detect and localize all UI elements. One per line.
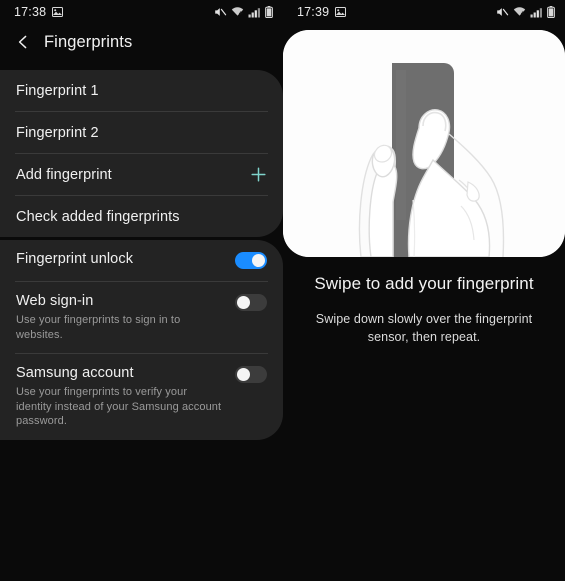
image-icon (335, 7, 347, 17)
fingerprint-illustration-card (283, 30, 565, 257)
signal-icon (248, 7, 261, 18)
left-screen: 17:38 Fingerprints Fingerprint 1 Fingerp… (0, 0, 283, 581)
status-bar-left-group: 17:39 (297, 5, 347, 19)
setting-texts: Samsung account Use your fingerprints to… (16, 364, 235, 429)
image-icon (52, 7, 64, 17)
setting-texts: Fingerprint unlock (16, 250, 145, 269)
toggle-knob (237, 368, 250, 381)
status-bar-left: 17:38 (0, 0, 283, 24)
battery-icon (547, 6, 555, 18)
wifi-icon (231, 6, 244, 18)
setting-title: Web sign-in (16, 293, 94, 309)
toggle-web-sign-in[interactable] (235, 294, 267, 311)
setting-texts: Web sign-in Use your fingerprints to sig… (16, 292, 235, 342)
status-bar-left-group: 17:38 (14, 5, 64, 19)
list-item-label: Fingerprint 2 (16, 124, 99, 141)
instruction-heading: Swipe to add your fingerprint (314, 274, 534, 293)
list-item-label: Fingerprint 1 (16, 82, 99, 99)
phone-screenshot-pair: 17:38 Fingerprints Fingerprint 1 Fingerp… (0, 0, 565, 581)
instruction-subtitle: Swipe down slowly over the fingerprint s… (315, 312, 533, 344)
list-item-fingerprint-2[interactable]: Fingerprint 2 (0, 112, 283, 153)
list-item-label: Check added fingerprints (16, 208, 180, 225)
setting-subtitle: Use your fingerprints to sign in to webs… (16, 314, 181, 341)
mute-icon (496, 6, 509, 18)
setting-row-web-sign-in[interactable]: Web sign-in Use your fingerprints to sig… (0, 282, 283, 353)
page-title: Fingerprints (44, 32, 133, 51)
back-button[interactable] (14, 33, 32, 51)
toggle-knob (252, 254, 265, 267)
list-item-check-added-fingerprints[interactable]: Check added fingerprints (0, 196, 283, 237)
setting-toggle-cell (235, 364, 267, 383)
setting-toggle-cell (235, 250, 267, 269)
status-bar-right: 17:39 (283, 0, 565, 24)
status-bar-right-group (214, 6, 273, 18)
title-bar: Fingerprints (0, 26, 132, 58)
fingerprint-settings-card: Fingerprint unlock Web sign-in Use your … (0, 240, 283, 440)
list-item-label: Add fingerprint (16, 166, 112, 183)
setting-toggle-cell (235, 292, 267, 311)
status-time: 17:39 (297, 5, 330, 19)
signal-icon (530, 7, 543, 18)
toggle-knob (237, 296, 250, 309)
setting-subtitle: Use your fingerprints to verify your ide… (16, 386, 222, 427)
plus-icon[interactable] (250, 166, 267, 183)
setting-row-fingerprint-unlock[interactable]: Fingerprint unlock (0, 240, 283, 281)
list-item-add-fingerprint[interactable]: Add fingerprint (0, 154, 283, 195)
battery-icon (265, 6, 273, 18)
setting-title: Samsung account (16, 365, 134, 381)
setting-row-samsung-account[interactable]: Samsung account Use your fingerprints to… (0, 354, 283, 440)
wifi-icon (513, 6, 526, 18)
list-item-fingerprint-1[interactable]: Fingerprint 1 (0, 70, 283, 111)
hand-holding-phone-fingerprint-illustration (283, 30, 565, 257)
setting-title: Fingerprint unlock (16, 251, 134, 267)
toggle-fingerprint-unlock[interactable] (235, 252, 267, 269)
mute-icon (214, 6, 227, 18)
status-bar-right-group (496, 6, 555, 18)
status-time: 17:38 (14, 5, 47, 19)
fingerprint-list-card: Fingerprint 1 Fingerprint 2 Add fingerpr… (0, 70, 283, 237)
toggle-samsung-account[interactable] (235, 366, 267, 383)
